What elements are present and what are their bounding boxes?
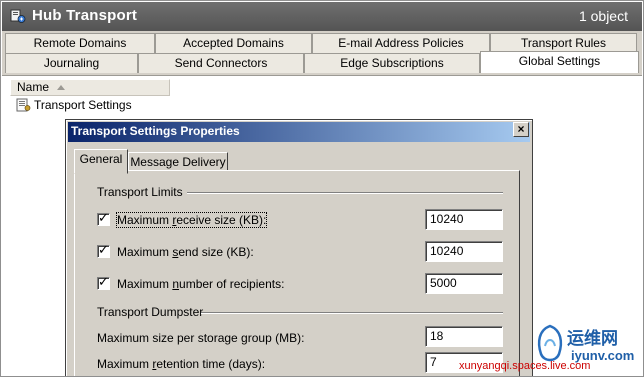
close-icon[interactable]: × <box>513 122 529 137</box>
object-count: 1 object <box>578 8 628 24</box>
max-recipients-input[interactable]: 5000 <box>425 273 503 294</box>
settings-document-icon <box>16 98 31 112</box>
watermark-source: xunyangqi.spaces.live.com <box>459 360 591 372</box>
checkmark-icon: ✓ <box>98 210 109 225</box>
result-pane-header: Hub Transport 1 object <box>2 2 642 31</box>
tab-send-connectors[interactable]: Send Connectors <box>138 53 304 73</box>
general-panel: Transport Limits ✓ Maximum receive size … <box>74 170 520 376</box>
group-divider <box>201 312 503 314</box>
tab-remote-domains[interactable]: Remote Domains <box>5 33 155 53</box>
transport-settings-dialog: Transport Settings Properties × General … <box>65 119 533 376</box>
exchange-console-frame: Hub Transport 1 object Remote Domains Ac… <box>0 0 644 377</box>
tab-email-address-policies[interactable]: E-mail Address Policies <box>312 33 490 53</box>
tab-strip: Remote Domains Accepted Domains E-mail A… <box>2 31 642 75</box>
max-storage-input[interactable]: 18 <box>425 326 503 347</box>
transport-dumpster-heading: Transport Dumpster <box>97 305 204 319</box>
watermark-logo-icon <box>537 324 563 362</box>
page-title: Hub Transport <box>32 7 138 24</box>
max-storage-label: Maximum size per storage group (MB): <box>97 331 305 345</box>
dialog-title: Transport Settings Properties <box>71 124 240 138</box>
watermark: 运维网 iyunv.com xunyangqi.spaces.live.com <box>459 324 637 372</box>
tab-edge-subscriptions[interactable]: Edge Subscriptions <box>304 53 480 73</box>
column-header-label: Name <box>17 80 50 94</box>
transport-icon <box>10 9 26 23</box>
max-send-checkbox[interactable]: ✓ <box>97 242 110 258</box>
max-recipients-checkbox[interactable]: ✓ <box>97 274 110 290</box>
max-receive-label: Maximum receive size (KB): <box>115 212 268 228</box>
dialog-title-bar: Transport Settings Properties <box>68 122 530 142</box>
column-header-name[interactable]: Name <box>10 79 170 96</box>
watermark-cn: 运维网 <box>567 329 618 348</box>
max-retention-label: Maximum retention time (days): <box>97 357 266 371</box>
dialog-tab-general[interactable]: General <box>74 149 128 174</box>
sort-ascending-icon <box>57 85 65 90</box>
transport-limits-heading: Transport Limits <box>97 185 183 199</box>
tab-accepted-domains[interactable]: Accepted Domains <box>155 33 312 53</box>
list-item-label: Transport Settings <box>34 98 132 112</box>
max-receive-input[interactable]: 10240 <box>425 209 503 230</box>
group-divider <box>187 192 503 194</box>
max-receive-checkbox[interactable]: ✓ <box>97 210 110 226</box>
checkmark-icon: ✓ <box>98 242 109 257</box>
tab-journaling[interactable]: Journaling <box>5 53 138 73</box>
max-send-input[interactable]: 10240 <box>425 241 503 262</box>
tab-global-settings[interactable]: Global Settings <box>480 51 639 73</box>
tab-transport-rules[interactable]: Transport Rules <box>490 33 637 53</box>
list-item[interactable]: Transport Settings <box>14 97 132 115</box>
max-recipients-label: Maximum number of recipients: <box>117 277 285 291</box>
max-send-label: Maximum send size (KB): <box>117 245 254 259</box>
checkmark-icon: ✓ <box>98 274 109 289</box>
